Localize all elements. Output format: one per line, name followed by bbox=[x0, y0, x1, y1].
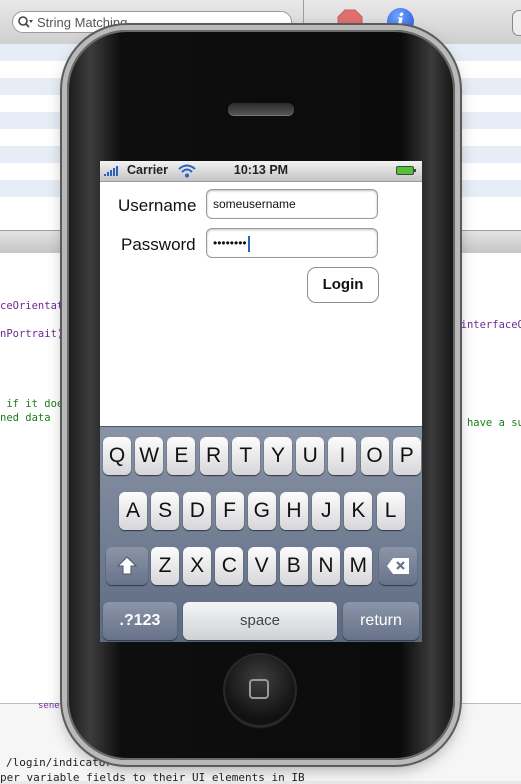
key-f[interactable]: F bbox=[215, 492, 244, 530]
key-i[interactable]: I bbox=[328, 437, 357, 475]
key-h[interactable]: H bbox=[280, 492, 308, 530]
key-n[interactable]: N bbox=[312, 547, 340, 585]
password-label: Password bbox=[121, 235, 196, 254]
key-y[interactable]: Y bbox=[264, 437, 292, 475]
code-comment: ned data bbox=[0, 412, 51, 424]
key-b[interactable]: B bbox=[279, 547, 308, 585]
status-time: 10:13 PM bbox=[233, 163, 289, 177]
home-button[interactable] bbox=[225, 655, 295, 725]
key-l[interactable]: L bbox=[376, 492, 405, 530]
login-button[interactable]: Login bbox=[307, 267, 379, 303]
code-line: ceOrientatio bbox=[0, 300, 76, 312]
key-x[interactable]: X bbox=[183, 547, 212, 585]
username-label: Username bbox=[118, 196, 197, 215]
result-line: per variable fields to their UI elements… bbox=[0, 771, 305, 784]
return-key[interactable]: return bbox=[343, 602, 419, 640]
text-cursor bbox=[247, 235, 250, 252]
key-r[interactable]: R bbox=[199, 437, 228, 475]
key-s[interactable]: S bbox=[151, 492, 180, 530]
key-o[interactable]: O bbox=[360, 437, 389, 475]
search-placeholder: String Matching bbox=[37, 14, 128, 30]
code-line: nPortrait); bbox=[0, 328, 70, 340]
key-c[interactable]: C bbox=[215, 547, 244, 585]
key-t[interactable]: T bbox=[231, 437, 260, 475]
password-value: •••••••• bbox=[213, 236, 247, 250]
toolbar-toggle-button[interactable] bbox=[512, 10, 521, 36]
key-d[interactable]: D bbox=[183, 492, 212, 530]
code-comment: 't have a su bbox=[448, 417, 521, 429]
username-value: someusername bbox=[213, 197, 296, 211]
delete-key[interactable] bbox=[379, 547, 417, 585]
key-q[interactable]: Q bbox=[103, 437, 131, 475]
key-g[interactable]: G bbox=[247, 492, 276, 530]
code-line: n)interfaceO bbox=[448, 319, 521, 331]
keyboard: .?123 space return QWERTYUIOP ASDFGHJKL ZX… bbox=[100, 426, 422, 642]
password-field[interactable]: •••••••• bbox=[206, 228, 378, 258]
code-fragment: sene bbox=[38, 701, 60, 711]
username-field[interactable]: someusername bbox=[206, 189, 378, 219]
shift-key[interactable] bbox=[106, 547, 148, 585]
key-a[interactable]: A bbox=[119, 492, 147, 530]
code-comment: if it doesn bbox=[0, 398, 76, 410]
numbers-key[interactable]: .?123 bbox=[103, 602, 177, 640]
key-e[interactable]: E bbox=[167, 437, 196, 475]
space-key[interactable]: space bbox=[183, 602, 337, 640]
key-p[interactable]: P bbox=[392, 437, 421, 475]
key-m[interactable]: M bbox=[344, 547, 373, 585]
key-v[interactable]: V bbox=[247, 547, 276, 585]
status-bar: Carrier 10:13 PM bbox=[100, 161, 422, 182]
key-u[interactable]: U bbox=[296, 437, 325, 475]
home-square-icon bbox=[249, 679, 269, 699]
key-k[interactable]: K bbox=[344, 492, 373, 530]
key-z[interactable]: Z bbox=[151, 547, 179, 585]
phone-screen: Carrier 10:13 PM Username someusername P… bbox=[100, 161, 422, 642]
key-w[interactable]: W bbox=[135, 437, 164, 475]
search-icon bbox=[17, 14, 33, 30]
key-j[interactable]: J bbox=[312, 492, 341, 530]
battery-icon bbox=[396, 166, 416, 175]
iphone-simulator: Carrier 10:13 PM Username someusername P… bbox=[67, 30, 455, 760]
earpiece-speaker bbox=[228, 103, 294, 115]
